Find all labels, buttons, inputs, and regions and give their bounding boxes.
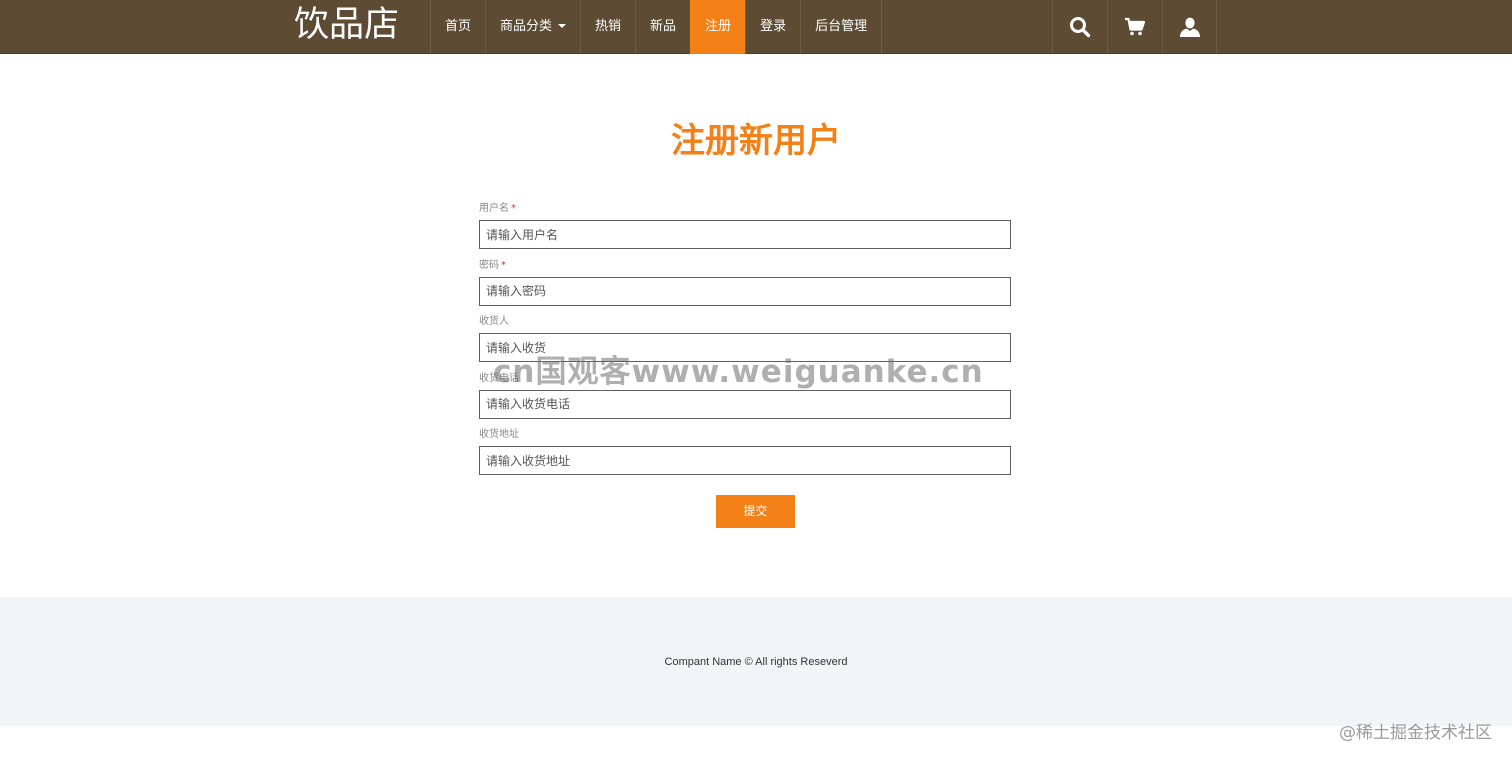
nav-item-register[interactable]: 注册 <box>690 0 746 54</box>
nav-item-label: 登录 <box>760 19 787 34</box>
address-input[interactable] <box>479 446 1011 475</box>
nav-item-home[interactable]: 首页 <box>430 0 485 54</box>
form-field-username: 用户名 * <box>479 200 1011 257</box>
register-form: 用户名* 密码* 收货人 收货电话 收货地址 <box>479 200 1011 483</box>
field-label-text: 收货人 <box>479 316 509 327</box>
main-nav: 首页 商品分类 热销 新品 注册 登录 后台管理 <box>430 0 883 54</box>
nav-item-label: 注册 <box>705 19 732 34</box>
nav-item-label: 后台管理 <box>815 19 868 34</box>
caret-down-icon <box>558 24 567 28</box>
page-title: 注册新用户 <box>671 121 841 161</box>
nav-item-label: 热销 <box>595 19 622 34</box>
nav-item-label: 商品分类 <box>500 19 553 34</box>
nav-item-new[interactable]: 新品 <box>635 0 690 54</box>
nav-item-login[interactable]: 登录 <box>745 0 800 54</box>
nav-item-categories[interactable]: 商品分类 <box>485 0 580 54</box>
watermark-overlay: cn国观客www.weiguanke.cn <box>493 354 984 390</box>
corner-watermark: @稀土掘金技术社区 <box>1339 723 1492 743</box>
phone-input[interactable] <box>479 389 1011 419</box>
submit-button[interactable]: 提交 <box>716 495 795 528</box>
user-icon <box>1179 17 1200 37</box>
field-label-text: 密码 <box>479 259 499 271</box>
field-label: 用户名 * <box>479 200 1011 220</box>
brand-logo[interactable]: 饮品店 <box>294 4 399 50</box>
nav-item-hot[interactable]: 热销 <box>580 0 635 54</box>
password-input[interactable] <box>479 276 1011 306</box>
required-mark: * <box>501 259 506 271</box>
field-label-text: 用户名 <box>479 203 509 214</box>
nav-item-label: 首页 <box>445 19 472 34</box>
user-button[interactable] <box>1162 0 1217 54</box>
field-label: 密码 * <box>479 257 1011 277</box>
form-field-password: 密码 * <box>479 257 1011 314</box>
cart-button[interactable] <box>1107 0 1162 54</box>
search-icon <box>1070 17 1091 38</box>
search-button[interactable] <box>1052 0 1107 54</box>
footer-copyright: Compant Name © All rights Reseverd <box>664 656 848 668</box>
form-field-address: 收货地址 <box>479 426 1011 483</box>
field-label-text: 收货地址 <box>479 429 519 440</box>
nav-icon-group <box>1052 0 1217 54</box>
nav-item-label: 新品 <box>650 19 677 34</box>
username-input[interactable] <box>479 220 1011 249</box>
cart-icon <box>1125 17 1146 36</box>
required-mark: * <box>511 203 516 214</box>
nav-item-admin[interactable]: 后台管理 <box>800 0 883 54</box>
top-navbar: 饮品店 首页 商品分类 热销 新品 注册 登录 后台管理 <box>0 0 1512 54</box>
field-label: 收货地址 <box>479 426 1011 446</box>
field-label: 收货人 <box>479 313 1011 333</box>
